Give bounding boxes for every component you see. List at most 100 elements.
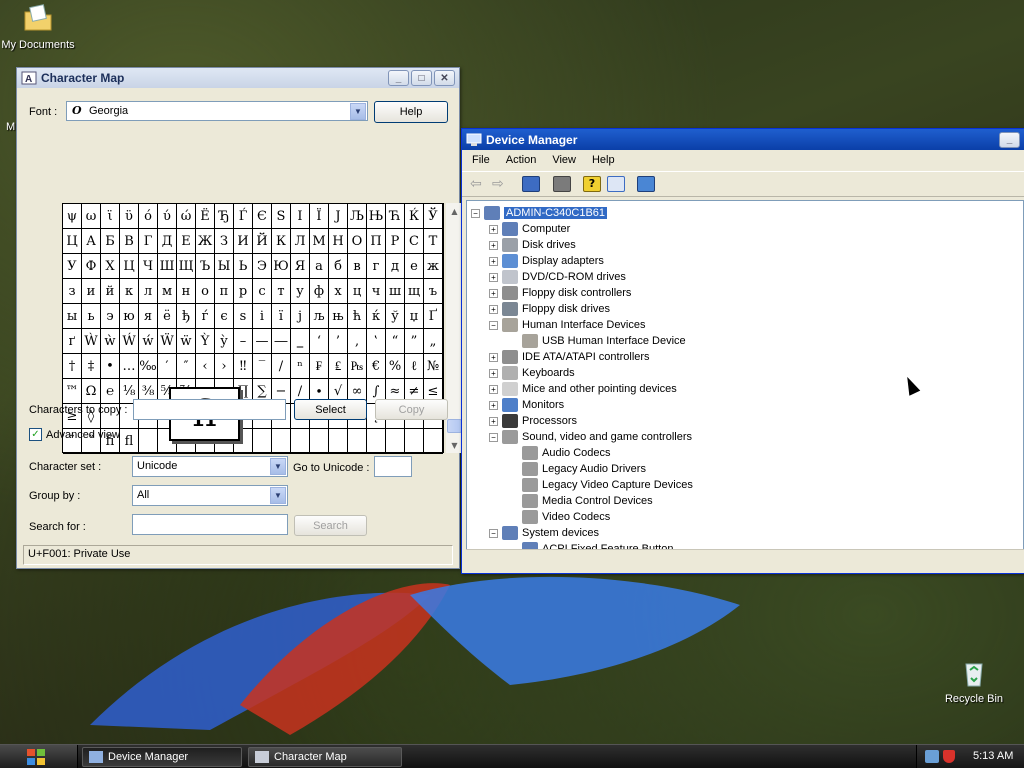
tree-device[interactable]: Audio Codecs: [522, 445, 611, 461]
character-cell[interactable]: ф: [310, 279, 329, 304]
characters-to-copy-input[interactable]: [133, 399, 286, 420]
character-cell[interactable]: ώ: [177, 204, 196, 229]
search-input[interactable]: [132, 514, 288, 535]
character-cell[interactable]: /: [272, 354, 291, 379]
character-cell[interactable]: ‘: [310, 329, 329, 354]
character-cell[interactable]: Я: [291, 254, 310, 279]
character-cell[interactable]: с: [253, 279, 272, 304]
character-cell[interactable]: Т: [424, 229, 443, 254]
character-cell[interactable]: Ẁ: [82, 329, 101, 354]
copy-button[interactable]: Copy: [375, 399, 448, 420]
character-cell[interactable]: Б: [101, 229, 120, 254]
character-cell[interactable]: Ю: [272, 254, 291, 279]
scan-hardware-icon[interactable]: [637, 176, 655, 192]
character-cell[interactable]: ю: [120, 304, 139, 329]
character-cell[interactable]: [348, 429, 367, 454]
character-cell[interactable]: Щ: [177, 254, 196, 279]
tree-device[interactable]: Media Control Devices: [522, 493, 653, 509]
character-cell[interactable]: р: [234, 279, 253, 304]
help-button[interactable]: Help: [374, 101, 448, 123]
collapse-icon[interactable]: −: [489, 320, 498, 330]
character-cell[interactable]: п: [215, 279, 234, 304]
character-cell[interactable]: ‹: [196, 354, 215, 379]
character-cell[interactable]: н: [177, 279, 196, 304]
character-cell[interactable]: є: [215, 304, 234, 329]
close-button[interactable]: ✕: [434, 70, 455, 86]
character-cell[interactable]: ж: [424, 254, 443, 279]
tree-device[interactable]: Legacy Video Capture Devices: [522, 477, 693, 493]
character-cell[interactable]: ′: [158, 354, 177, 379]
character-cell[interactable]: ґ: [63, 329, 82, 354]
character-cell[interactable]: Л: [291, 229, 310, 254]
character-cell[interactable]: ℓ: [405, 354, 424, 379]
character-cell[interactable]: ẃ: [139, 329, 158, 354]
character-cell[interactable]: ‼: [234, 354, 253, 379]
character-cell[interactable]: Ы: [215, 254, 234, 279]
character-cell[interactable]: З: [215, 229, 234, 254]
character-cell[interactable]: ₧: [348, 354, 367, 379]
tree-category[interactable]: + Display adapters: [489, 253, 604, 269]
character-cell[interactable]: Э: [253, 254, 272, 279]
tree-category[interactable]: − Human Interface Devices: [489, 317, 646, 333]
character-cell[interactable]: [329, 429, 348, 454]
character-cell[interactable]: Ч: [139, 254, 158, 279]
character-cell[interactable]: €: [367, 354, 386, 379]
character-cell[interactable]: і: [253, 304, 272, 329]
character-cell[interactable]: я: [139, 304, 158, 329]
character-cell[interactable]: Ỳ: [196, 329, 215, 354]
character-cell[interactable]: Ї: [310, 204, 329, 229]
character-cell[interactable]: –: [234, 329, 253, 354]
group-by-combobox[interactable]: All ▼: [132, 485, 288, 506]
character-cell[interactable]: э: [101, 304, 120, 329]
desktop-icon-my-documents[interactable]: My Documents: [0, 2, 83, 51]
search-button[interactable]: Search: [294, 515, 367, 536]
character-cell[interactable]: д: [386, 254, 405, 279]
character-cell[interactable]: ẅ: [177, 329, 196, 354]
character-cell[interactable]: ї: [272, 304, 291, 329]
character-cell[interactable]: К: [272, 229, 291, 254]
character-cell[interactable]: џ: [405, 304, 424, 329]
character-cell[interactable]: [253, 429, 272, 454]
expand-icon[interactable]: +: [489, 384, 498, 394]
character-cell[interactable]: ч: [367, 279, 386, 304]
menu-action[interactable]: Action: [506, 154, 537, 166]
minimize-button[interactable]: _: [388, 70, 409, 86]
device-manager-window[interactable]: Device Manager _ File Action View Help ⇦…: [461, 128, 1024, 574]
character-cell[interactable]: [367, 429, 386, 454]
character-cell[interactable]: Ц: [120, 254, 139, 279]
character-cell[interactable]: Ќ: [405, 204, 424, 229]
character-cell[interactable]: ỳ: [215, 329, 234, 354]
character-cell[interactable]: ﬂ: [120, 429, 139, 454]
character-cell[interactable]: “: [386, 329, 405, 354]
character-cell[interactable]: ы: [63, 304, 82, 329]
character-cell[interactable]: ύ: [158, 204, 177, 229]
character-cell[interactable]: [405, 429, 424, 454]
character-cell[interactable]: й: [101, 279, 120, 304]
help-icon[interactable]: ?: [583, 176, 601, 192]
character-cell[interactable]: к: [120, 279, 139, 304]
character-cell[interactable]: ь: [82, 304, 101, 329]
character-cell[interactable]: О: [348, 229, 367, 254]
character-cell[interactable]: ω: [82, 204, 101, 229]
taskbar-item-character-map[interactable]: Character Map: [248, 747, 402, 767]
character-cell[interactable]: Й: [253, 229, 272, 254]
character-cell[interactable]: Х: [101, 254, 120, 279]
properties-icon[interactable]: [607, 176, 625, 192]
character-cell[interactable]: Ẃ: [120, 329, 139, 354]
character-cell[interactable]: ‡: [82, 354, 101, 379]
character-cell[interactable]: Ј: [329, 204, 348, 229]
character-cell[interactable]: ѓ: [196, 304, 215, 329]
character-cell[interactable]: [272, 429, 291, 454]
character-cell[interactable]: Љ: [348, 204, 367, 229]
character-cell[interactable]: ₣: [310, 354, 329, 379]
menu-file[interactable]: File: [472, 154, 490, 166]
character-cell[interactable]: ‗: [291, 329, 310, 354]
tree-category[interactable]: + IDE ATA/ATAPI controllers: [489, 349, 650, 365]
clock[interactable]: 5:13 AM: [973, 750, 1013, 762]
tree-category[interactable]: + Mice and other pointing devices: [489, 381, 677, 397]
chevron-down-icon[interactable]: ▼: [350, 103, 366, 120]
expand-icon[interactable]: +: [489, 224, 498, 234]
character-cell[interactable]: у: [291, 279, 310, 304]
expand-icon[interactable]: +: [489, 368, 498, 378]
character-cell[interactable]: [424, 429, 443, 454]
